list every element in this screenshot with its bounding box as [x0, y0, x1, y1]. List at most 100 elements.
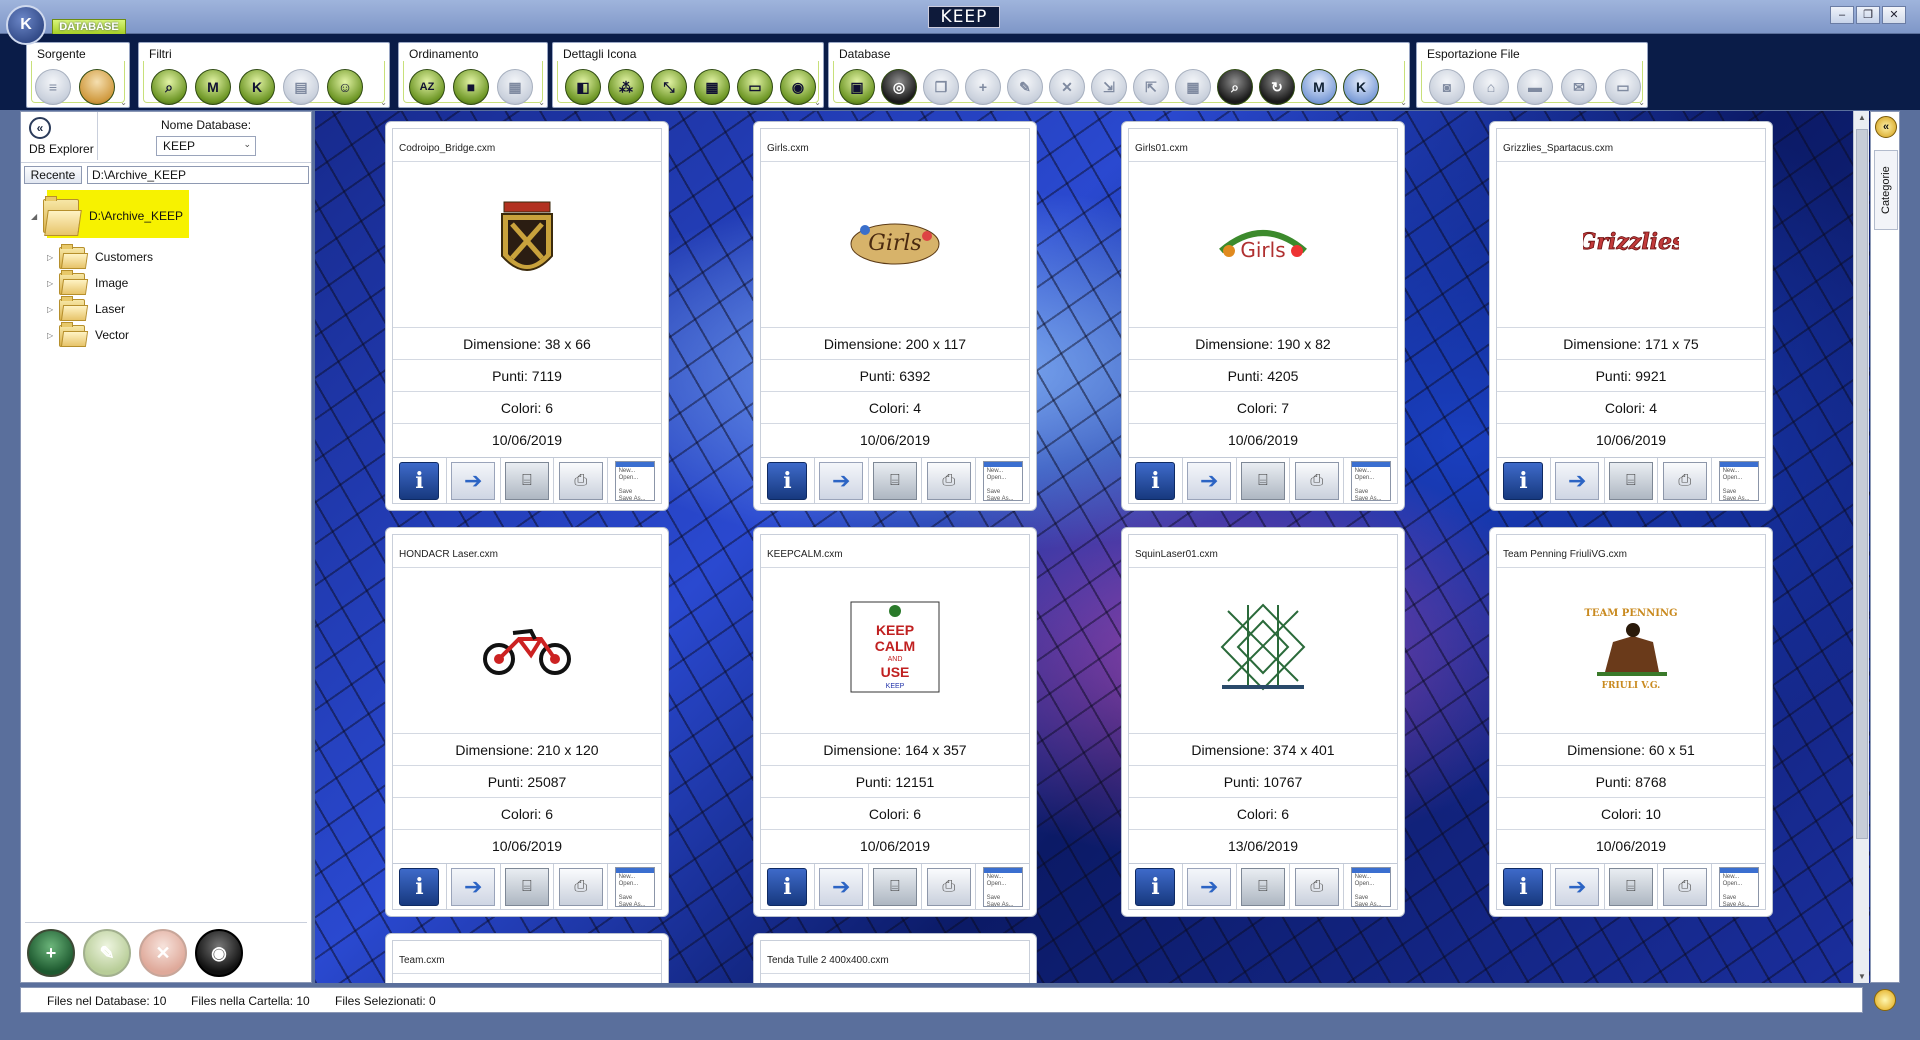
embroidery-machine-icon[interactable]: ⌸ — [872, 867, 917, 906]
detail-thumb-icon[interactable]: ◉ — [780, 69, 816, 105]
tree-item-customers[interactable]: ▷ Customers — [47, 244, 153, 270]
db-edit-icon[interactable]: ✎ — [1007, 69, 1043, 105]
path-input[interactable]: D:\Archive_KEEP — [87, 166, 309, 184]
send-arrow-icon[interactable]: ➔ — [1555, 867, 1600, 906]
info-icon[interactable]: i — [1135, 867, 1176, 906]
printer-icon[interactable]: ⎙ — [1662, 867, 1707, 906]
collapsed-arrow-icon[interactable]: ▷ — [47, 279, 59, 288]
document-report-icon[interactable]: New... Open... Save Save As... — [614, 460, 655, 502]
export-usb-icon[interactable]: ▬ — [1517, 69, 1553, 105]
document-report-icon[interactable]: New... Open... Save Save As... — [1718, 460, 1759, 502]
tree-item-root[interactable]: ◢ D:\Archive_KEEP — [31, 196, 183, 236]
send-arrow-icon[interactable]: ➔ — [1555, 461, 1600, 500]
card-thumbnail[interactable]: TEAM PENNING FRIULI V.G. — [1582, 601, 1680, 693]
printer-icon[interactable]: ⎙ — [926, 867, 971, 906]
embroidery-machine-icon[interactable]: ⌸ — [504, 461, 549, 500]
expand-panel-button[interactable]: « — [1875, 116, 1897, 138]
sort-color-icon[interactable]: ■ — [453, 69, 489, 105]
file-card[interactable]: KEEPCALM.cxm KEEP CALM AND USE KEEP Dimensione… — [753, 527, 1037, 917]
printer-icon[interactable]: ⎙ — [926, 461, 971, 500]
db-grid-icon[interactable]: ▦ — [1175, 69, 1211, 105]
db-refresh-icon[interactable]: ↻ — [1259, 69, 1295, 105]
printer-icon[interactable]: ⎙ — [1662, 461, 1707, 500]
file-card[interactable]: Codroipo_Bridge.cxm Dimensione: 38 x 66 Pu… — [385, 121, 669, 511]
embroidery-machine-icon[interactable]: ⌸ — [1608, 867, 1653, 906]
delete-icon[interactable]: ✕ — [139, 929, 187, 977]
info-icon[interactable]: i — [1503, 461, 1544, 500]
file-card[interactable]: Grizzlies_Spartacus.cxm Grizzlies Dimensio… — [1489, 121, 1773, 511]
expanded-arrow-icon[interactable]: ◢ — [31, 212, 43, 221]
db-record-icon[interactable]: ◎ — [881, 69, 917, 105]
db-open-icon[interactable]: ▣ — [839, 69, 875, 105]
file-card[interactable]: HONDACR Laser.cxm Dimensione: 210 x 120 Pu… — [385, 527, 669, 917]
info-icon[interactable]: i — [767, 461, 808, 500]
embroidery-machine-icon[interactable]: ⌸ — [872, 461, 917, 500]
printer-icon[interactable]: ⎙ — [1294, 461, 1339, 500]
info-icon[interactable]: i — [767, 867, 808, 906]
embroidery-machine-icon[interactable]: ⌸ — [1240, 461, 1285, 500]
collapsed-arrow-icon[interactable]: ▷ — [47, 305, 59, 314]
edit-icon[interactable]: ✎ — [83, 929, 131, 977]
app-menu-button[interactable]: K — [6, 5, 46, 45]
db-m-icon[interactable]: M — [1301, 69, 1337, 105]
collapse-panel-button[interactable]: « — [29, 117, 51, 139]
info-icon[interactable]: i — [399, 461, 440, 500]
info-icon[interactable]: i — [1135, 461, 1176, 500]
maximize-button[interactable]: ❐ — [1856, 6, 1880, 24]
info-icon[interactable]: i — [399, 867, 440, 906]
sort-az-icon[interactable]: AZ — [409, 69, 445, 105]
database-icon[interactable]: ≡ — [35, 69, 71, 105]
scroll-down-icon[interactable]: ▼ — [1854, 972, 1870, 981]
file-card[interactable]: SquinLaser01.cxm Dimensione: 374 x 401 Pun… — [1121, 527, 1405, 917]
export-machine-icon[interactable]: ⌂ — [1473, 69, 1509, 105]
detail-stitch-icon[interactable]: ⁂ — [608, 69, 644, 105]
document-report-icon[interactable]: New... Open... Save Save As... — [1350, 460, 1391, 502]
detail-label-icon[interactable]: ▭ — [737, 69, 773, 105]
printer-icon[interactable]: ⎙ — [558, 867, 603, 906]
scrollbar-thumb[interactable] — [1856, 129, 1868, 839]
card-thumbnail[interactable]: Grizzlies — [1582, 195, 1680, 287]
file-card[interactable]: Team Penning FriuliVG.cxm TEAM PENNING FRI… — [1489, 527, 1773, 917]
categories-tab[interactable]: Categorie — [1874, 150, 1898, 230]
tree-item-laser[interactable]: ▷ Laser — [47, 296, 125, 322]
view-icon[interactable]: ◉ — [195, 929, 243, 977]
gallery-scrollbar[interactable]: ▲ ▼ — [1853, 111, 1869, 983]
document-report-icon[interactable]: New... Open... Save Save As... — [1718, 866, 1759, 908]
card-thumbnail[interactable]: KEEP CALM AND USE KEEP — [846, 601, 944, 693]
filter-k-icon[interactable]: K — [239, 69, 275, 105]
printer-icon[interactable]: ⎙ — [558, 461, 603, 500]
file-card[interactable]: Girls.cxm Girls Dimensione: 200 x 117 Punti… — [753, 121, 1037, 511]
file-card[interactable]: Team.cxm — [385, 933, 669, 983]
db-copy-icon[interactable]: ❐ — [923, 69, 959, 105]
database-tab[interactable]: DATABASE — [52, 19, 126, 35]
send-arrow-icon[interactable]: ➔ — [1187, 461, 1232, 500]
send-arrow-icon[interactable]: ➔ — [1187, 867, 1232, 906]
send-arrow-icon[interactable]: ➔ — [451, 867, 496, 906]
tree-item-vector[interactable]: ▷ Vector — [47, 322, 129, 348]
db-export-icon[interactable]: ⇱ — [1133, 69, 1169, 105]
filter-list-icon[interactable]: ▤ — [283, 69, 319, 105]
embroidery-machine-icon[interactable]: ⌸ — [1240, 867, 1285, 906]
sort-date-icon[interactable]: ▦ — [497, 69, 533, 105]
add-icon[interactable]: + — [27, 929, 75, 977]
info-icon[interactable]: i — [1503, 867, 1544, 906]
document-report-icon[interactable]: New... Open... Save Save As... — [614, 866, 655, 908]
embroidery-machine-icon[interactable]: ⌸ — [1608, 461, 1653, 500]
collapsed-arrow-icon[interactable]: ▷ — [47, 253, 59, 262]
export-disk-icon[interactable]: ◙ — [1429, 69, 1465, 105]
export-screen-icon[interactable]: ▭ — [1605, 69, 1641, 105]
tree-item-image[interactable]: ▷ Image — [47, 270, 128, 296]
printer-icon[interactable]: ⎙ — [1294, 867, 1339, 906]
card-thumbnail[interactable]: Girls — [1214, 195, 1312, 287]
db-k-icon[interactable]: K — [1343, 69, 1379, 105]
document-report-icon[interactable]: New... Open... Save Save As... — [982, 460, 1023, 502]
db-delete-icon[interactable]: ✕ — [1049, 69, 1085, 105]
collapsed-arrow-icon[interactable]: ▷ — [47, 331, 59, 340]
card-thumbnail[interactable] — [478, 601, 576, 693]
embroidery-machine-icon[interactable]: ⌸ — [504, 867, 549, 906]
detail-size-icon[interactable]: ⤡ — [651, 69, 687, 105]
send-arrow-icon[interactable]: ➔ — [819, 867, 864, 906]
recent-button[interactable]: Recente — [24, 166, 82, 184]
db-import-icon[interactable]: ⇲ — [1091, 69, 1127, 105]
card-thumbnail[interactable] — [478, 195, 576, 287]
